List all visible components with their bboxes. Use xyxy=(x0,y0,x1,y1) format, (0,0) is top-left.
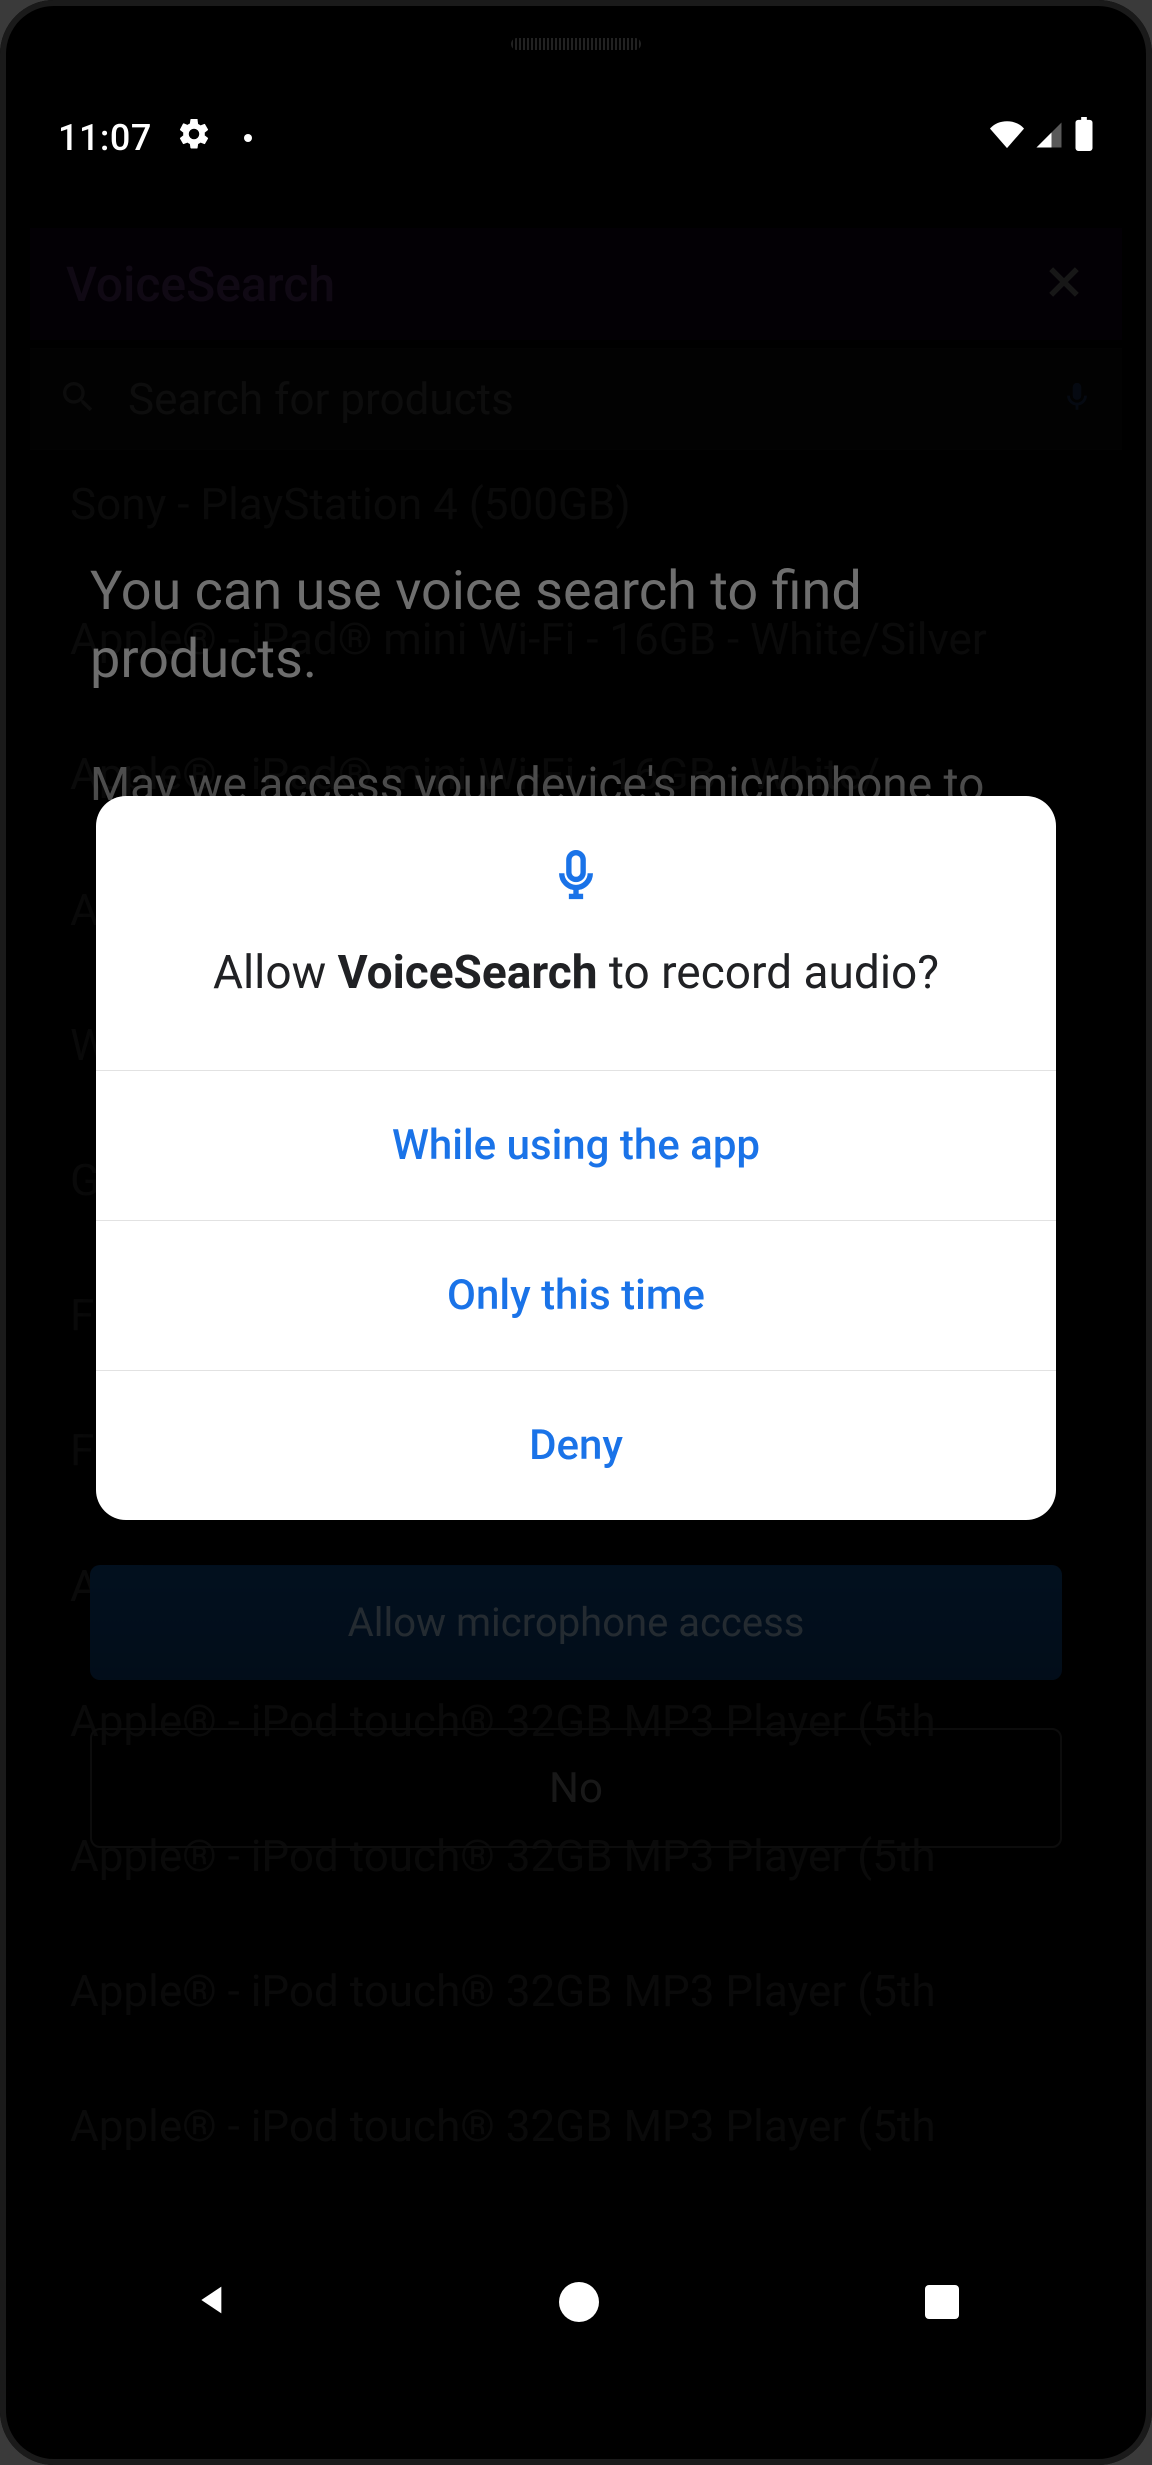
device-speaker xyxy=(511,38,641,50)
gear-icon xyxy=(176,116,212,161)
device-frame: VoiceSearch Search for products Sony - P… xyxy=(0,0,1152,2465)
deny-button[interactable]: Deny xyxy=(96,1370,1056,1520)
cellular-icon xyxy=(1034,117,1064,159)
status-bar: 11:07 xyxy=(30,88,1122,188)
permission-suffix: to record audio? xyxy=(597,946,939,1000)
navigation-bar xyxy=(30,2248,1122,2356)
back-button[interactable] xyxy=(193,2280,233,2324)
only-this-time-button[interactable]: Only this time xyxy=(96,1220,1056,1370)
permission-app-name: VoiceSearch xyxy=(338,946,598,1000)
home-button[interactable] xyxy=(559,2282,599,2322)
permission-message: Allow VoiceSearch to record audio? xyxy=(156,942,996,1004)
permission-dialog: Allow VoiceSearch to record audio? While… xyxy=(96,796,1056,1520)
battery-icon xyxy=(1074,117,1094,160)
screen: VoiceSearch Search for products Sony - P… xyxy=(30,88,1122,2356)
status-time: 11:07 xyxy=(58,117,152,159)
permission-header: Allow VoiceSearch to record audio? xyxy=(96,796,1056,1070)
prompt-title: You can use voice search to find product… xyxy=(90,558,1062,693)
notification-dot-icon xyxy=(244,134,252,142)
while-using-app-button[interactable]: While using the app xyxy=(96,1070,1056,1220)
mic-icon xyxy=(156,850,996,900)
permission-prefix: Allow xyxy=(213,946,338,1000)
recents-button[interactable] xyxy=(925,2285,959,2319)
wifi-icon xyxy=(990,117,1024,160)
